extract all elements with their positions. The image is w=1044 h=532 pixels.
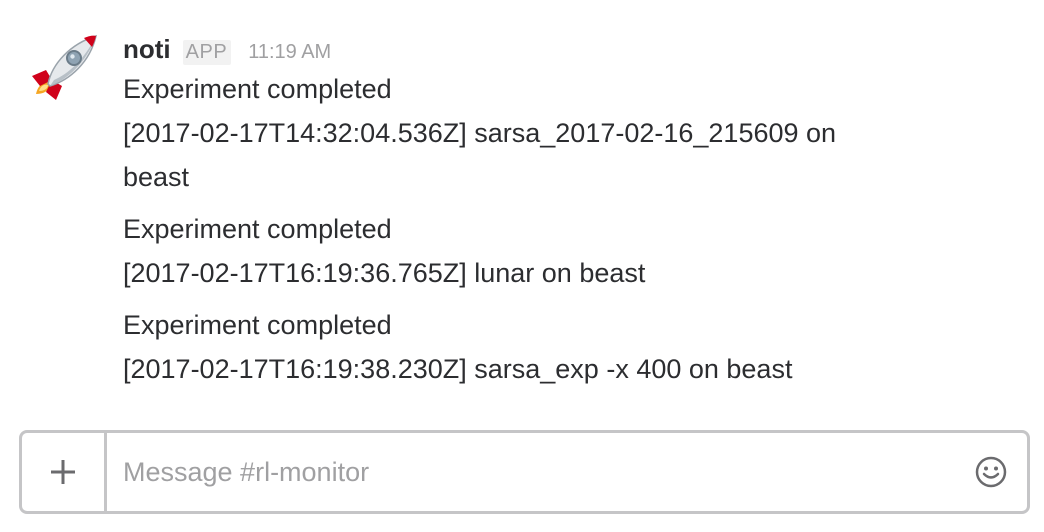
message-group: noti APP 11:19 AM Experiment completed […: [0, 0, 1044, 410]
plus-icon: [51, 460, 75, 484]
sender-name[interactable]: noti: [123, 34, 171, 65]
rocket-icon[interactable]: [26, 30, 102, 106]
message-timestamp[interactable]: 11:19 AM: [248, 41, 331, 64]
message-item[interactable]: Experiment completed [2017-02-17T16:19:3…: [123, 207, 1003, 295]
message-title: Experiment completed: [123, 74, 392, 104]
message-line: [2017-02-17T16:19:38.230Z] sarsa_exp -x …: [123, 354, 793, 384]
message-header: noti APP 11:19 AM: [123, 34, 331, 66]
rocket-avatar-graphic: [32, 34, 98, 100]
message-composer: [19, 430, 1030, 514]
message-line: [2017-02-17T14:32:04.536Z] sarsa_2017-02…: [123, 118, 837, 148]
message-line: [2017-02-17T16:19:36.765Z] lunar on beas…: [123, 258, 646, 288]
message-item[interactable]: Experiment completed [2017-02-17T14:32:0…: [123, 67, 1003, 199]
message-title: Experiment completed: [123, 310, 392, 340]
attach-button[interactable]: [22, 433, 107, 511]
message-item[interactable]: Experiment completed [2017-02-17T16:19:3…: [123, 303, 1003, 391]
message-line: beast: [123, 162, 190, 192]
app-badge: APP: [182, 40, 232, 65]
emoji-button[interactable]: [955, 433, 1027, 511]
message-list: Experiment completed [2017-02-17T14:32:0…: [123, 67, 1003, 399]
message-input[interactable]: [107, 433, 955, 511]
smiley-icon: [975, 456, 1007, 488]
message-title: Experiment completed: [123, 214, 392, 244]
